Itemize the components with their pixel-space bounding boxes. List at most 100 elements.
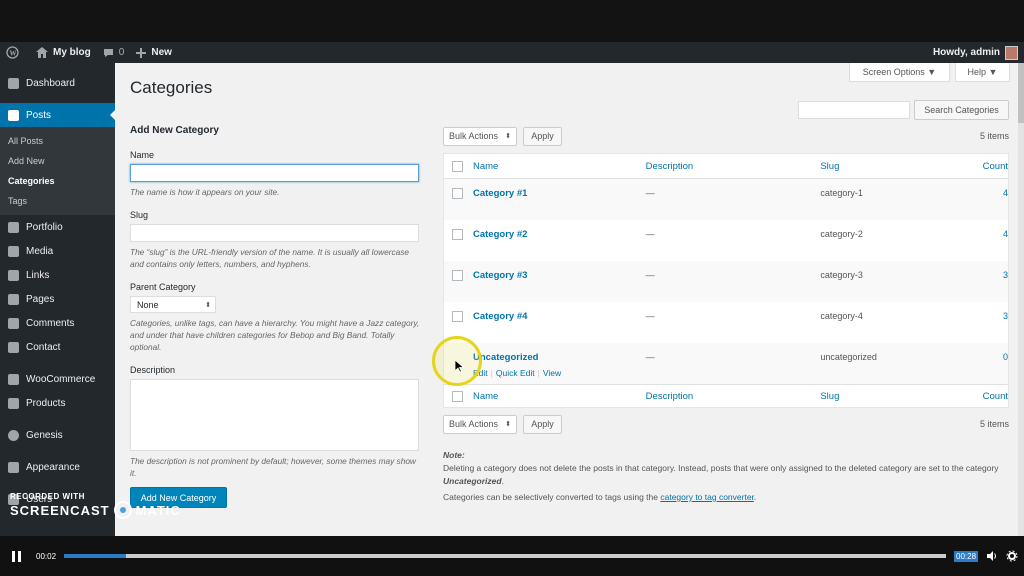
sidebar-item-products[interactable]: Products — [0, 391, 115, 415]
contact-icon — [8, 341, 19, 353]
parent-category-select[interactable]: None ⬍ — [130, 296, 216, 313]
admin-sidebar: Dashboard Posts All Posts Add New Catego… — [0, 63, 115, 536]
sidebar-item-genesis[interactable]: Genesis — [0, 423, 115, 447]
category-count-link[interactable]: 3 — [1003, 270, 1008, 280]
slug-field[interactable] — [130, 224, 419, 242]
note-text-1: Deleting a category does not delete the … — [443, 463, 999, 486]
submenu-all-posts[interactable]: All Posts — [0, 131, 115, 151]
sidebar-item-links[interactable]: Links — [0, 263, 115, 287]
form-heading: Add New Category — [130, 125, 219, 136]
parent-category-hint: Categories, unlike tags, can have a hier… — [130, 318, 420, 352]
site-name-link[interactable]: My blog — [30, 42, 97, 63]
sidebar-item-woocommerce[interactable]: WooCommerce — [0, 367, 115, 391]
sidebar-item-portfolio[interactable]: Portfolio — [0, 215, 115, 239]
submenu-add-new[interactable]: Add New — [0, 151, 115, 171]
comments-icon — [8, 317, 19, 329]
row-checkbox[interactable] — [452, 270, 463, 281]
name-field[interactable] — [130, 164, 419, 182]
row-checkbox[interactable] — [452, 229, 463, 240]
name-hint: The name is how it appears on your site. — [130, 187, 280, 197]
apply-button[interactable]: Apply — [523, 414, 562, 434]
category-description: — — [645, 311, 655, 321]
category-slug: category-2 — [820, 229, 863, 239]
screencast-logo-icon — [113, 501, 132, 519]
category-slug: uncategorized — [820, 352, 877, 362]
comments-link[interactable]: 0 — [97, 42, 131, 63]
row-actions: Edit | Quick Edit | View — [473, 368, 562, 378]
column-count[interactable]: Count — [948, 391, 1008, 402]
categories-table: Name Description Slug Count Category #1 … — [443, 153, 1009, 408]
column-count[interactable]: Count — [948, 161, 1008, 172]
view-link[interactable]: View — [543, 368, 561, 378]
submenu-tags[interactable]: Tags — [0, 191, 115, 211]
items-count: 5 items — [979, 131, 1009, 141]
scrollbar-thumb[interactable] — [1018, 63, 1024, 123]
sidebar-item-contact[interactable]: Contact — [0, 335, 115, 359]
posts-submenu: All Posts Add New Categories Tags — [0, 127, 115, 215]
column-description[interactable]: Description — [646, 161, 821, 172]
column-slug[interactable]: Slug — [820, 391, 948, 402]
quick-edit-link[interactable]: Quick Edit — [496, 368, 535, 378]
slug-label: Slug — [130, 210, 149, 220]
help-button[interactable]: Help ▼ — [955, 63, 1010, 82]
dashboard-icon — [8, 77, 19, 89]
woocommerce-icon — [8, 373, 19, 385]
column-name[interactable]: Name — [473, 161, 646, 172]
svg-text:W: W — [10, 50, 17, 58]
sidebar-item-dashboard[interactable]: Dashboard — [0, 71, 115, 95]
sidebar-item-comments[interactable]: Comments — [0, 311, 115, 335]
category-name-link[interactable]: Uncategorized — [473, 352, 538, 363]
category-count-link[interactable]: 3 — [1003, 311, 1008, 321]
category-tag-converter-link[interactable]: category to tag converter — [660, 492, 754, 502]
column-slug[interactable]: Slug — [820, 161, 948, 172]
category-count-link[interactable]: 4 — [1003, 188, 1008, 198]
row-checkbox[interactable] — [452, 188, 463, 199]
note-text-2: Categories can be selectively converted … — [443, 492, 757, 502]
select-all-checkbox[interactable] — [452, 160, 463, 172]
page-title: Categories — [130, 78, 213, 97]
category-name-link[interactable]: Category #3 — [473, 270, 527, 281]
categories-list: Bulk Actions ⬍ Apply 5 items Name Descrip… — [443, 125, 1009, 504]
sidebar-item-media[interactable]: Media — [0, 239, 115, 263]
submenu-categories[interactable]: Categories — [0, 171, 115, 191]
table-body: Category #1 — category-1 4 Category #2 —… — [444, 179, 1008, 384]
category-name-link[interactable]: Category #2 — [473, 229, 527, 240]
column-description[interactable]: Description — [646, 391, 821, 402]
appearance-icon — [8, 461, 19, 473]
category-name-link[interactable]: Category #1 — [473, 188, 527, 199]
sidebar-item-posts[interactable]: Posts — [0, 103, 115, 127]
category-name-link[interactable]: Category #4 — [473, 311, 527, 322]
settings-gear-icon[interactable] — [1006, 550, 1018, 562]
new-content-link[interactable]: New — [130, 42, 178, 63]
category-slug: category-1 — [820, 188, 863, 198]
select-arrows-icon: ⬍ — [505, 421, 511, 428]
apply-button[interactable]: Apply — [523, 126, 562, 146]
bulk-actions-select[interactable]: Bulk Actions ⬍ — [443, 414, 517, 434]
home-icon — [36, 47, 48, 58]
search-categories-button[interactable]: Search Categories — [914, 100, 1009, 120]
select-all-checkbox[interactable] — [452, 390, 463, 402]
pages-icon — [8, 293, 19, 305]
column-name[interactable]: Name — [473, 391, 646, 402]
my-account[interactable]: Howdy, admin — [933, 45, 1024, 60]
plus-icon — [136, 47, 147, 58]
screen-options-button[interactable]: Screen Options ▼ — [849, 63, 950, 82]
volume-icon[interactable] — [986, 550, 998, 562]
sidebar-item-appearance[interactable]: Appearance — [0, 455, 115, 479]
row-checkbox[interactable] — [452, 311, 463, 322]
progress-bar[interactable] — [64, 554, 947, 558]
description-field[interactable] — [130, 379, 419, 451]
avatar — [1005, 45, 1018, 60]
scrollbar[interactable] — [1018, 63, 1024, 536]
category-count-link[interactable]: 4 — [1003, 229, 1008, 239]
category-description: — — [645, 270, 655, 280]
table-row: Uncategorized Edit | Quick Edit | View — unc… — [444, 343, 1008, 384]
main-content: Screen Options ▼ Help ▼ Categories Searc… — [115, 63, 1024, 536]
bulk-actions-select[interactable]: Bulk Actions ⬍ — [443, 126, 517, 146]
category-count-link[interactable]: 0 — [1003, 352, 1008, 362]
wordpress-logo[interactable]: W — [0, 42, 30, 63]
pause-icon[interactable] — [12, 550, 26, 562]
sidebar-item-pages[interactable]: Pages — [0, 287, 115, 311]
search-input[interactable] — [798, 101, 910, 119]
products-icon — [8, 397, 19, 409]
